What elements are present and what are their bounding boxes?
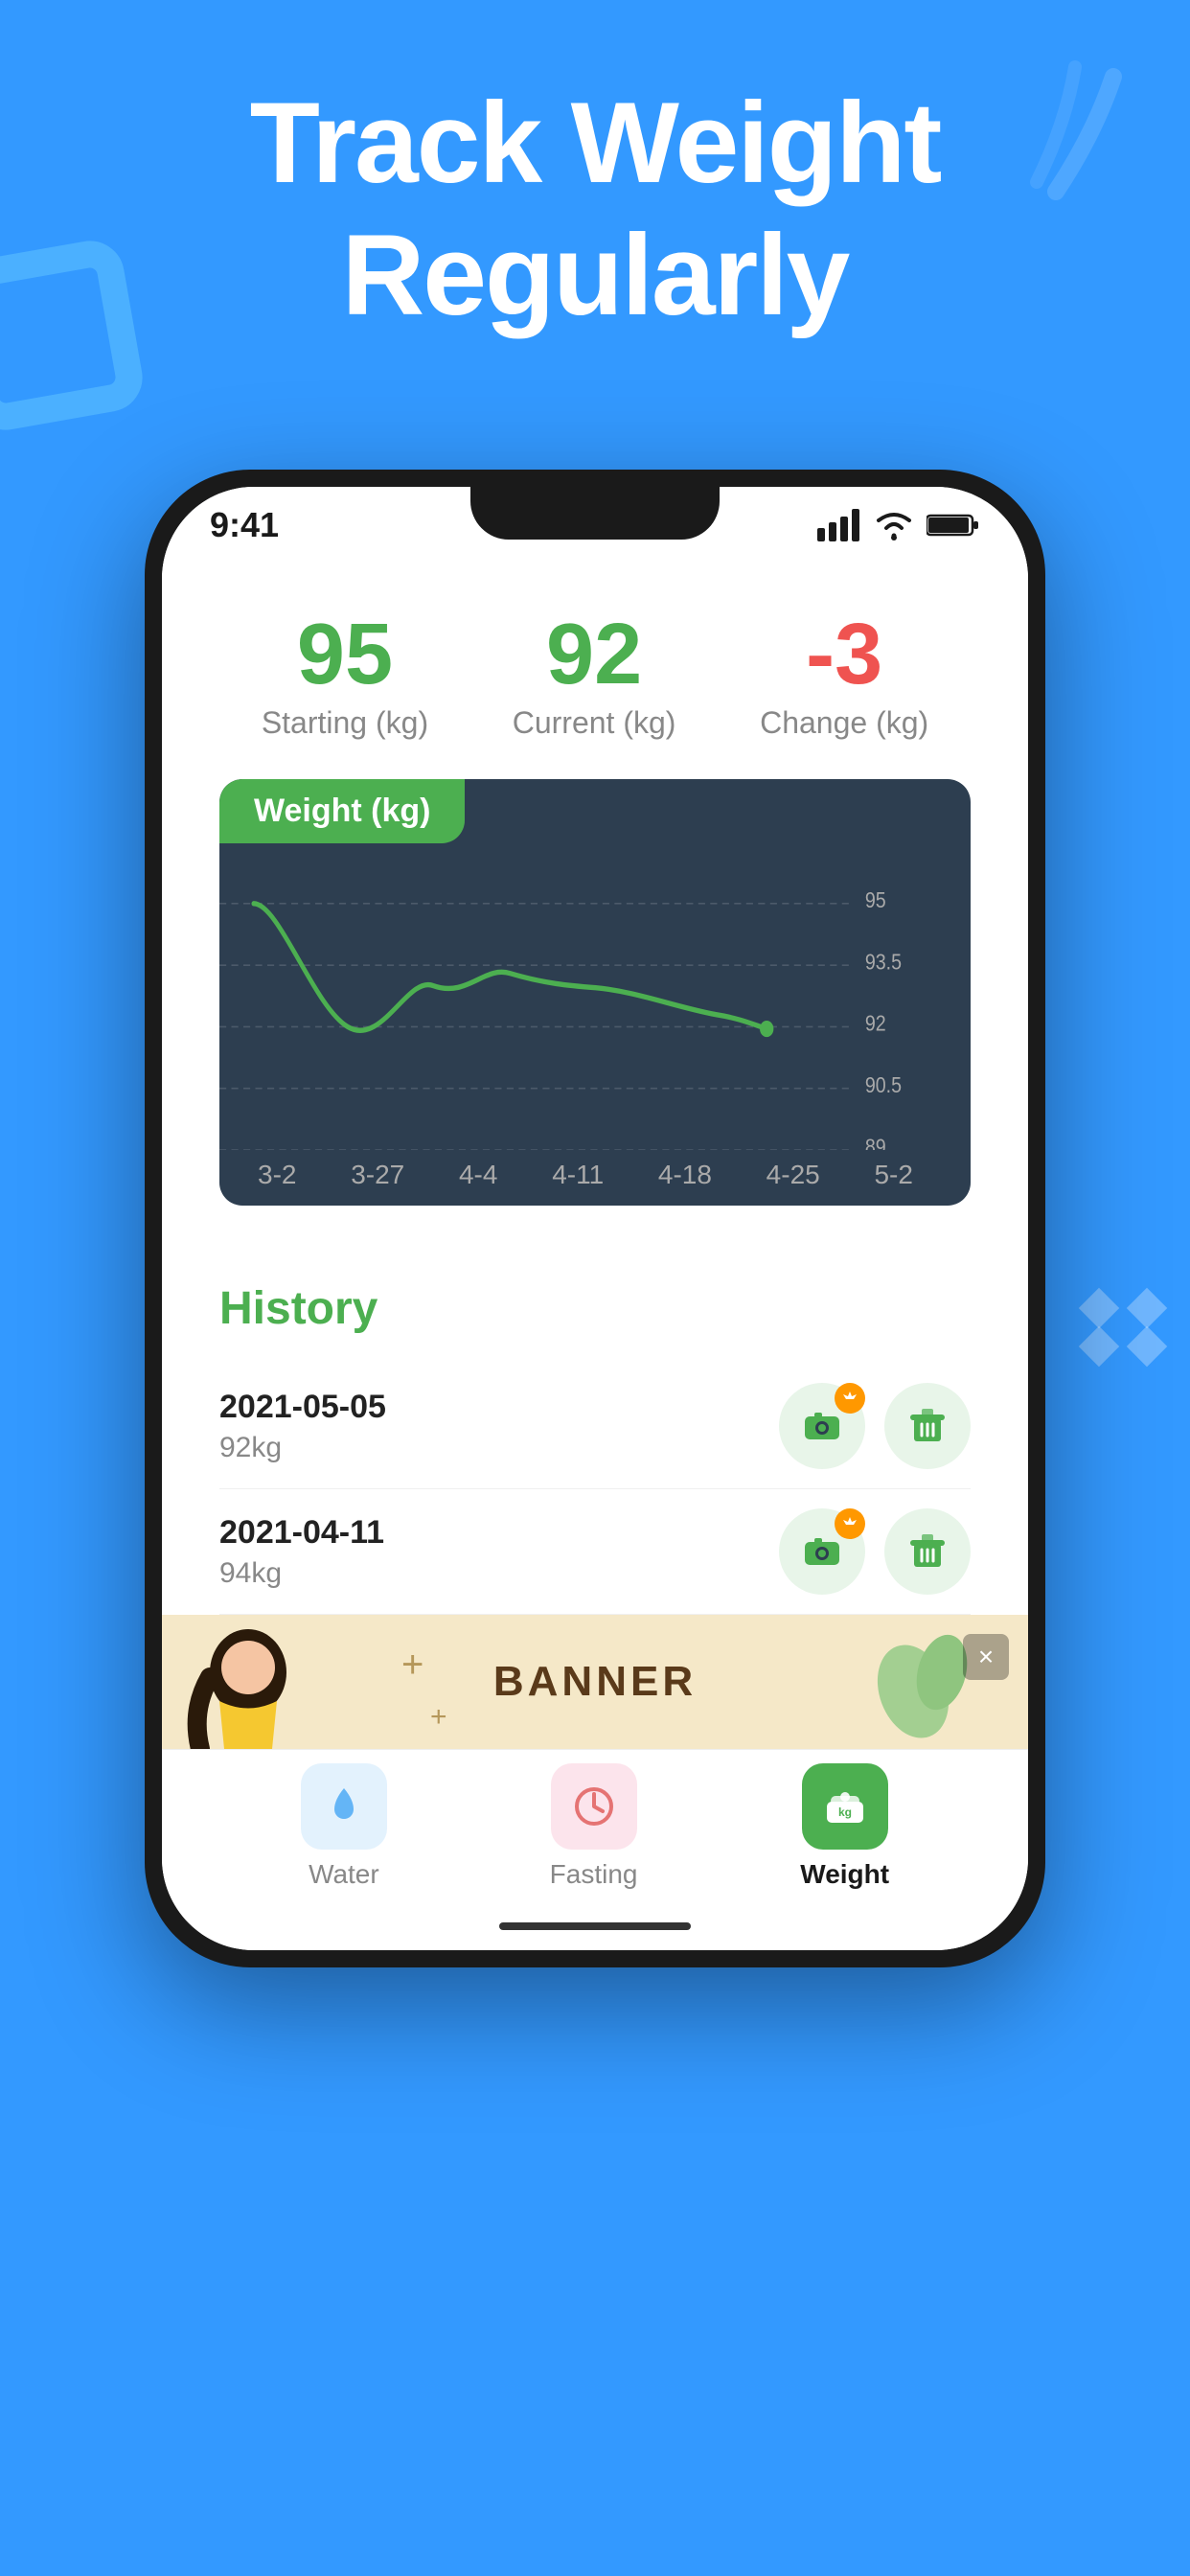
weight-tab-label: Weight xyxy=(800,1859,889,1890)
camera-icon xyxy=(801,1405,843,1447)
camera-badge-2 xyxy=(835,1508,865,1539)
chart-header: Weight (kg) xyxy=(219,779,465,843)
home-indicator xyxy=(162,1902,1028,1950)
wifi-icon xyxy=(873,509,915,541)
camera-icon-2 xyxy=(801,1530,843,1573)
history-item-info-2: 2021-04-11 94kg xyxy=(219,1514,384,1590)
camera-badge-1 xyxy=(835,1383,865,1414)
banner-section: + + BANNER × xyxy=(162,1615,1028,1749)
home-bar xyxy=(499,1922,691,1930)
stats-card: 95 Starting (kg) 92 Current (kg) -3 Chan… xyxy=(162,564,1028,1244)
x-label-2: 3-27 xyxy=(351,1160,404,1190)
history-item: 2021-04-11 94kg xyxy=(219,1489,971,1615)
banner-girl xyxy=(162,1624,334,1749)
svg-text:93.5: 93.5 xyxy=(865,949,902,975)
x-label-7: 5-2 xyxy=(874,1160,912,1190)
tab-bar: Water Fasting xyxy=(162,1749,1028,1902)
starting-value: 95 xyxy=(262,611,428,698)
svg-text:90.5: 90.5 xyxy=(865,1071,902,1097)
history-date-1: 2021-05-05 xyxy=(219,1389,386,1426)
history-actions-2[interactable] xyxy=(779,1508,971,1595)
weight-icon: kg xyxy=(821,1782,869,1830)
status-bar: 9:41 xyxy=(162,487,1028,564)
water-tab-icon-wrap xyxy=(301,1763,387,1850)
starting-label: Starting (kg) xyxy=(262,705,428,741)
change-value: -3 xyxy=(760,611,928,698)
delete-button-2[interactable] xyxy=(884,1508,971,1595)
signal-icon xyxy=(817,509,861,541)
history-title: History xyxy=(219,1282,971,1335)
svg-text:89: 89 xyxy=(865,1134,886,1150)
bg-diamonds xyxy=(1085,1294,1171,1361)
banner-close-button[interactable]: × xyxy=(963,1634,1009,1680)
history-date-2: 2021-04-11 xyxy=(219,1514,384,1552)
chart-title: Weight (kg) xyxy=(254,793,430,829)
weight-tab-icon-wrap: kg xyxy=(802,1763,888,1850)
crown-icon xyxy=(841,1390,858,1407)
stat-starting: 95 Starting (kg) xyxy=(262,611,428,741)
history-item: 2021-05-05 92kg xyxy=(219,1364,971,1489)
x-label-6: 4-25 xyxy=(767,1160,820,1190)
x-label-1: 3-2 xyxy=(258,1160,296,1190)
x-label-4: 4-11 xyxy=(552,1160,604,1190)
change-label: Change (kg) xyxy=(760,705,928,741)
tab-water[interactable]: Water xyxy=(301,1763,387,1890)
hero-title: Track Weight Regularly xyxy=(77,77,1113,341)
tab-fasting[interactable]: Fasting xyxy=(550,1763,638,1890)
plus-1: + xyxy=(401,1644,423,1687)
status-time: 9:41 xyxy=(210,505,279,545)
chart-svg: 95 93.5 92 90.5 89 xyxy=(219,862,904,1150)
trash-icon xyxy=(906,1405,949,1447)
current-value: 92 xyxy=(513,611,676,698)
stat-change: -3 Change (kg) xyxy=(760,611,928,741)
history-actions-1[interactable] xyxy=(779,1383,971,1469)
fasting-tab-icon-wrap xyxy=(551,1763,637,1850)
tab-weight[interactable]: kg Weight xyxy=(800,1763,889,1890)
history-weight-1: 92kg xyxy=(219,1432,386,1464)
battery-icon xyxy=(927,512,980,539)
banner-leaves xyxy=(856,1615,971,1744)
plus-2: + xyxy=(430,1701,447,1734)
x-label-5: 4-18 xyxy=(658,1160,712,1190)
stat-current: 92 Current (kg) xyxy=(513,611,676,741)
status-icons xyxy=(817,509,980,541)
camera-button-2[interactable] xyxy=(779,1508,865,1595)
water-tab-label: Water xyxy=(309,1859,379,1890)
phone-mockup: 9:41 xyxy=(145,470,1045,1967)
notch xyxy=(470,487,720,540)
stats-row: 95 Starting (kg) 92 Current (kg) -3 Chan… xyxy=(219,611,971,741)
delete-button-1[interactable] xyxy=(884,1383,971,1469)
history-weight-2: 94kg xyxy=(219,1557,384,1590)
history-section: History 2021-05-05 92kg xyxy=(162,1244,1028,1615)
hero-section: Track Weight Regularly xyxy=(0,77,1190,341)
water-icon xyxy=(320,1782,368,1830)
svg-text:95: 95 xyxy=(865,886,886,912)
banner-text: BANNER xyxy=(493,1658,697,1706)
camera-button-1[interactable] xyxy=(779,1383,865,1469)
crown-icon-2 xyxy=(841,1515,858,1532)
trash-icon-2 xyxy=(906,1530,949,1573)
svg-text:kg: kg xyxy=(838,1806,852,1819)
history-item-info: 2021-05-05 92kg xyxy=(219,1389,386,1464)
fasting-icon xyxy=(570,1782,618,1830)
svg-text:92: 92 xyxy=(865,1010,886,1036)
current-label: Current (kg) xyxy=(513,705,676,741)
x-label-3: 4-4 xyxy=(459,1160,497,1190)
weight-chart: Weight (kg) 95 93. xyxy=(219,779,971,1206)
chart-body: 95 93.5 92 90.5 89 xyxy=(219,843,971,1150)
fasting-tab-label: Fasting xyxy=(550,1859,638,1890)
chart-x-labels: 3-2 3-27 4-4 4-11 4-18 4-25 5-2 xyxy=(219,1150,971,1206)
